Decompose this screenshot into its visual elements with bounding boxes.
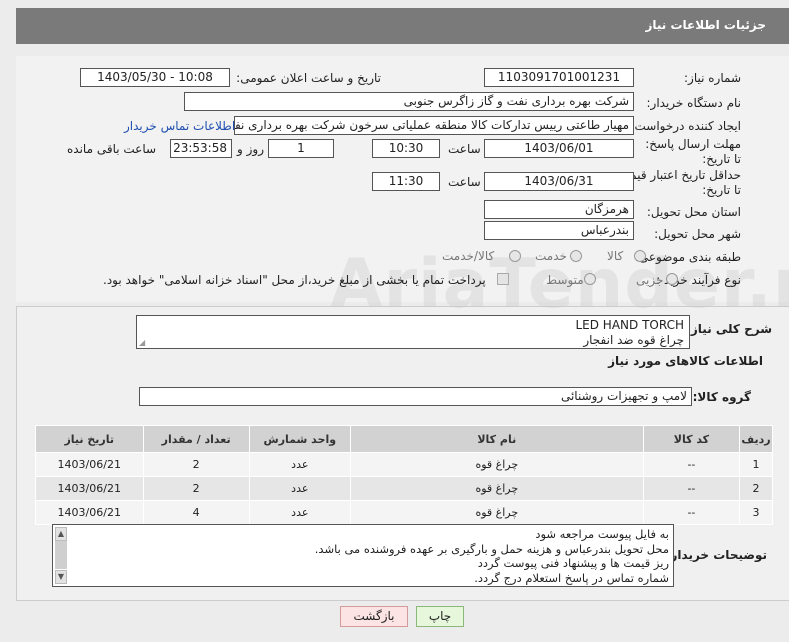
reply-date-field: 1403/06/01 xyxy=(484,139,634,158)
row-code: -- xyxy=(642,500,741,525)
category-service-label: خدمت xyxy=(535,249,567,263)
creator-label: ایجاد کننده درخواست: xyxy=(630,119,741,133)
reply-time-label: ساعت xyxy=(448,142,481,156)
category-label: طبقه بندی موضوعی: xyxy=(634,250,741,264)
buyer-notes-label: توضیحات خریدار: xyxy=(665,548,767,562)
row-name: چراغ قوه xyxy=(349,476,644,501)
back-button[interactable]: بازگشت xyxy=(340,606,408,627)
reply-time-field: 10:30 xyxy=(372,139,440,158)
reply-days-field: 1 xyxy=(268,139,334,158)
goods-section-title: اطلاعات کالاهای مورد نیاز xyxy=(608,354,763,368)
treasury-note: پرداخت تمام یا بخشی از مبلغ خرید،از محل … xyxy=(103,273,486,287)
scroll-up-icon[interactable]: ▲ xyxy=(55,527,67,541)
reply-deadline-label: مهلت ارسال پاسخ: تا تاریخ: xyxy=(645,137,741,166)
buyer-note-line: ریز قیمت ها و پیشنهاد فنی پیوست گردد xyxy=(477,556,669,570)
buyer-contact-link[interactable]: اطلاعات تماس خریدار xyxy=(124,119,235,133)
row-unit: عدد xyxy=(248,476,351,501)
row-code: -- xyxy=(642,452,741,477)
days-label: روز و xyxy=(237,142,264,156)
province-field: هرمزگان xyxy=(484,200,634,219)
process-small-label: جزیی xyxy=(636,273,664,287)
table-header-row: ردیف کد کالا نام کالا واحد شمارش تعداد /… xyxy=(35,425,773,453)
scroll-down-icon[interactable]: ▼ xyxy=(55,570,67,584)
row-code: -- xyxy=(642,476,741,501)
announce-label: تاریخ و ساعت اعلان عمومی: xyxy=(236,71,381,85)
col-date: تاریخ نیاز xyxy=(35,425,144,453)
province-label: استان محل تحویل: xyxy=(646,205,741,219)
col-unit: واحد شمارش xyxy=(248,425,351,453)
process-medium-radio[interactable] xyxy=(584,273,596,285)
process-medium-label: متوسط xyxy=(546,273,584,287)
row-qty: 4 xyxy=(142,500,250,525)
city-field: بندرعباس xyxy=(484,221,634,240)
goods-table: ردیف کد کالا نام کالا واحد شمارش تعداد /… xyxy=(35,425,773,525)
buyer-note-line: محل تحویل بندرعباس و هزینه حمل و بارگیری… xyxy=(314,541,669,556)
col-code: کد کالا xyxy=(642,425,741,453)
buyer-note-line: به فایل پیوست مراجعه شود xyxy=(535,527,669,541)
resize-handle-icon[interactable]: ◢ xyxy=(139,338,145,347)
print-button[interactable]: چاپ xyxy=(416,606,464,627)
creator-field: مهیار طاعتی رییس تدارکات کالا منطقه عملی… xyxy=(234,116,634,135)
goods-group-field: لامپ و تجهیزات روشنائی xyxy=(139,387,692,406)
table-row: 1 -- چراغ قوه عدد 2 1403/06/21 xyxy=(35,452,773,477)
need-number-label: شماره نیاز: xyxy=(684,71,741,85)
buyer-notes-textarea[interactable]: به فایل پیوست مراجعه شود محل تحویل بندرع… xyxy=(52,524,674,587)
validity-time-label: ساعت xyxy=(448,175,481,189)
category-both-label: کالا/خدمت xyxy=(442,249,495,263)
description-label: شرح کلی نیاز: xyxy=(686,322,772,336)
buyer-notes-content: به فایل پیوست مراجعه شود محل تحویل بندرع… xyxy=(315,527,669,585)
row-index: 3 xyxy=(739,500,773,525)
category-goods-label: کالا xyxy=(607,249,624,263)
category-both-radio[interactable] xyxy=(509,250,521,262)
remaining-time-field: 23:53:58 xyxy=(170,139,232,158)
row-date: 1403/06/21 xyxy=(35,500,144,525)
category-goods-radio[interactable] xyxy=(634,250,646,262)
city-label: شهر محل تحویل: xyxy=(654,227,741,241)
process-small-radio[interactable] xyxy=(666,273,678,285)
buyer-note-line: شماره تماس در پاسخ استعلام درج گردد. xyxy=(474,570,669,585)
validity-date-field: 1403/06/31 xyxy=(484,172,634,191)
row-date: 1403/06/21 xyxy=(35,476,144,501)
buyer-org-field: شرکت بهره برداری نفت و گاز زاگرس جنوبی xyxy=(184,92,634,111)
row-index: 1 xyxy=(739,452,773,477)
page-title: جزئیات اطلاعات نیاز xyxy=(645,18,766,32)
row-qty: 2 xyxy=(142,476,250,501)
validity-time-field: 11:30 xyxy=(372,172,440,191)
category-service-radio[interactable] xyxy=(570,250,582,262)
page-header: جزئیات اطلاعات نیاز xyxy=(16,8,789,44)
announce-field: 1403/05/30 - 10:08 xyxy=(80,68,230,87)
description-line-2: چراغ قوه ضد انفجار xyxy=(583,333,684,347)
table-row: 3 -- چراغ قوه عدد 4 1403/06/21 xyxy=(35,500,773,525)
row-date: 1403/06/21 xyxy=(35,452,144,477)
col-name: نام کالا xyxy=(349,425,644,453)
row-name: چراغ قوه xyxy=(349,452,644,477)
scrollbar-thumb[interactable] xyxy=(55,541,67,569)
row-index: 2 xyxy=(739,476,773,501)
row-name: چراغ قوه xyxy=(349,500,644,525)
row-unit: عدد xyxy=(248,452,351,477)
description-line-1: LED HAND TORCH xyxy=(575,318,684,332)
col-qty: تعداد / مقدار xyxy=(142,425,250,453)
buyer-org-label: نام دستگاه خریدار: xyxy=(646,96,742,110)
table-row: 2 -- چراغ قوه عدد 2 1403/06/21 xyxy=(35,476,773,501)
need-number-field: 1103091701001231 xyxy=(484,68,634,87)
goods-group-label: گروه کالا: xyxy=(692,390,751,404)
treasury-checkbox[interactable] xyxy=(497,273,509,285)
col-index: ردیف xyxy=(739,425,773,453)
description-textarea[interactable]: LED HAND TORCH چراغ قوه ضد انفجار ◢ xyxy=(136,315,690,349)
row-qty: 2 xyxy=(142,452,250,477)
row-unit: عدد xyxy=(248,500,351,525)
remaining-label: ساعت باقی مانده xyxy=(67,142,157,156)
